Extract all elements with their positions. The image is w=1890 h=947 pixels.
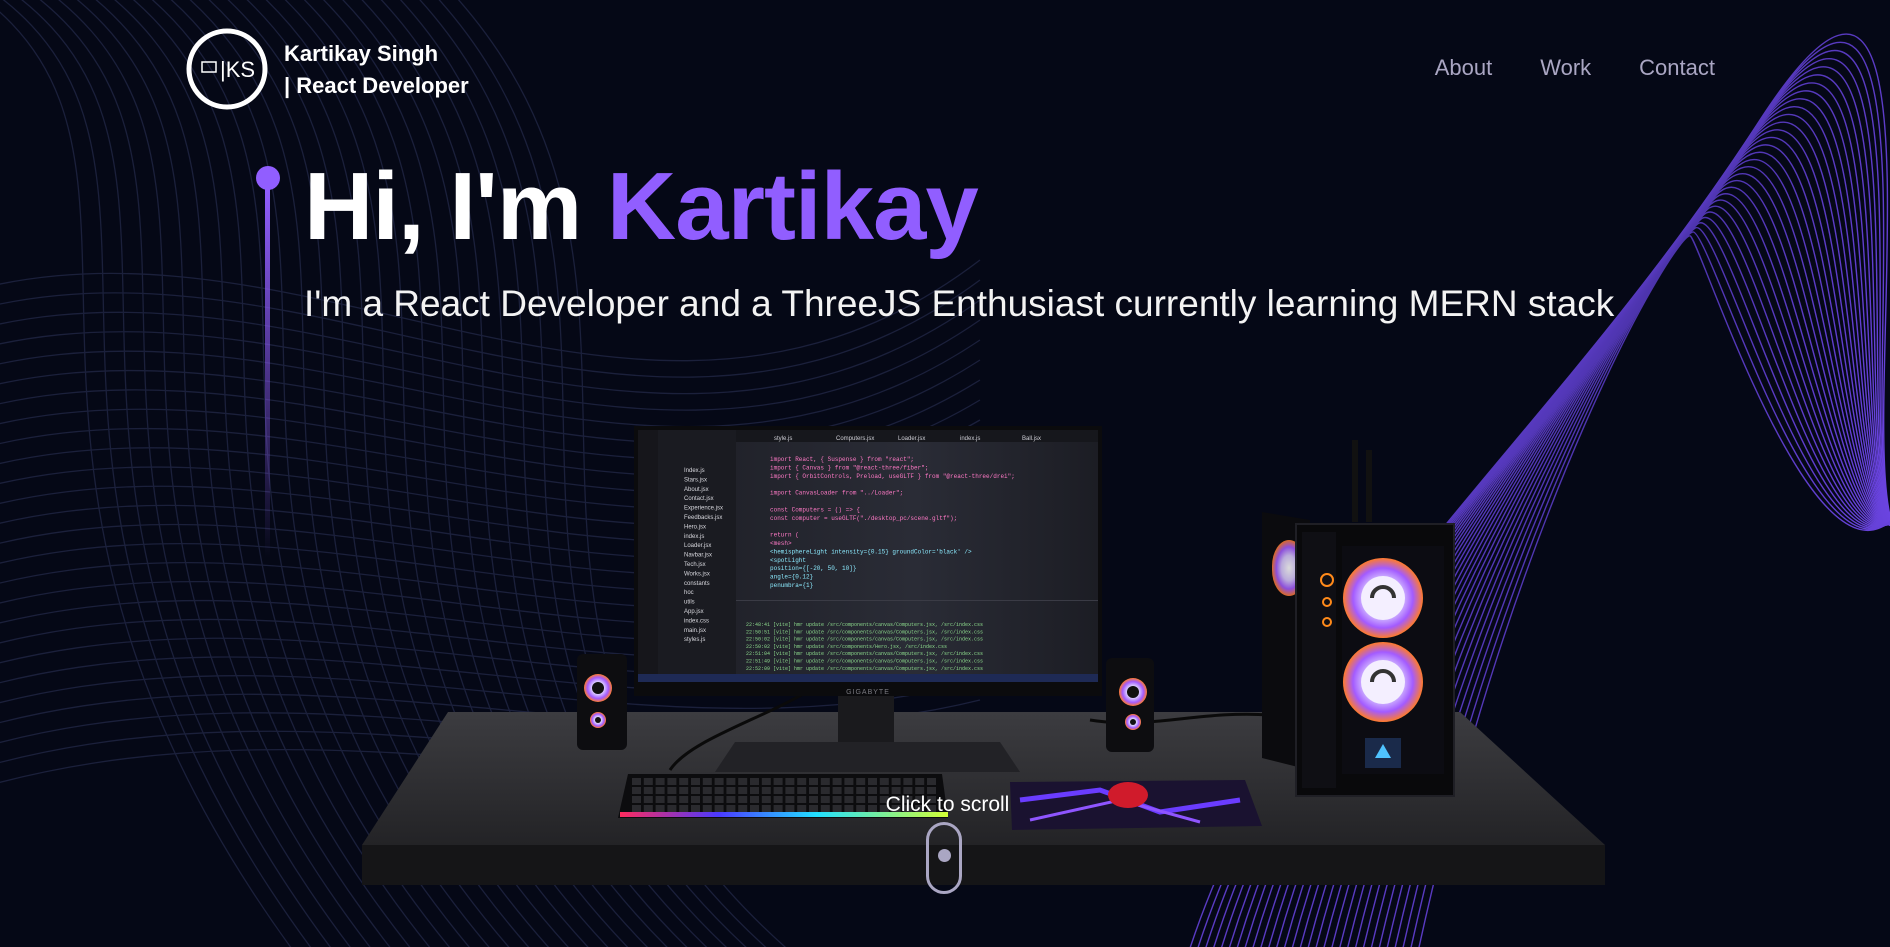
terminal-line: 22:51:49 [vite] hmr update /src/componen… — [746, 659, 983, 665]
bottom-fan-icon — [1343, 642, 1423, 722]
code-line: angle={0.12} — [770, 574, 813, 581]
code-line: import { OrbitControls, Preload, useGLTF… — [770, 473, 1015, 480]
editor-tab: Ball.jsx — [1022, 436, 1041, 442]
right-speaker — [1106, 658, 1154, 752]
editor-tab: Loader.jsx — [898, 436, 925, 442]
editor-tab: style.js — [774, 436, 792, 442]
terminal-line: 22:52:09 [vite] hmr update /src/componen… — [746, 666, 983, 672]
explorer-item: Navbar.jsx — [684, 553, 712, 559]
code-line: <hemisphereLight intensity={0.15} ground… — [770, 548, 972, 555]
scroll-dot-icon — [938, 849, 951, 862]
explorer-item: App.jsx — [684, 609, 704, 615]
explorer-item: Feedbacks.jsx — [684, 515, 722, 521]
mouse-pad — [1010, 780, 1262, 830]
explorer-item: Works.jsx — [684, 571, 710, 577]
explorer-item: styles.js — [684, 637, 705, 643]
mouse — [1108, 782, 1148, 808]
pc-tower — [1262, 440, 1455, 797]
code-line: <spotLight — [770, 557, 806, 564]
explorer-item: index.css — [684, 618, 709, 624]
terminal-line: 22:50:02 [vite] hmr update /src/componen… — [746, 644, 947, 650]
code-line: import React, { Suspense } from "react"; — [770, 456, 914, 463]
monitor: style.js Computers.jsx Loader.jsx index.js B… — [634, 426, 1102, 696]
code-line: <mesh> — [770, 540, 792, 547]
scroll-button[interactable] — [926, 822, 962, 894]
code-line: penumbra={1} — [770, 582, 813, 589]
code-line: const computer = useGLTF("./desktop_pc/s… — [770, 515, 957, 522]
terminal-line: 22:50:51 [vite] hmr update /src/componen… — [746, 629, 983, 635]
top-fan-icon — [1343, 558, 1423, 638]
code-line: position={[-20, 50, 10]} — [770, 565, 856, 572]
explorer-item: constants — [684, 581, 710, 587]
explorer-item: hoc — [684, 590, 694, 596]
explorer-item: About.jsx — [684, 487, 709, 493]
explorer-item: utils — [684, 600, 695, 606]
explorer-item: main.jsx — [684, 628, 706, 634]
editor-tab: Computers.jsx — [836, 436, 874, 442]
explorer-item: Loader.jsx — [684, 543, 711, 549]
explorer-item: Tech.jsx — [684, 562, 706, 568]
terminal-line: 22:50:02 [vite] hmr update /src/componen… — [746, 637, 983, 643]
explorer-item: Experience.jsx — [684, 506, 723, 512]
code-line: import CanvasLoader from "../Loader"; — [770, 490, 903, 497]
terminal-line: 22:48:41 [vite] hmr update /src/componen… — [746, 622, 983, 628]
code-line: return ( — [770, 532, 799, 539]
explorer-item: Contact.jsx — [684, 496, 714, 502]
editor-tab: index.js — [960, 436, 980, 442]
code-line: const Computers = () => { — [770, 506, 860, 513]
explorer-item: Index.js — [684, 468, 705, 474]
explorer-item: index.js — [684, 534, 704, 540]
explorer-item: Stars.jsx — [684, 477, 707, 483]
explorer-item: Hero.jsx — [684, 524, 706, 530]
terminal-line: 22:51:04 [vite] hmr update /src/componen… — [746, 651, 983, 657]
code-line: import { Canvas } from "@react-three/fib… — [770, 464, 928, 471]
left-speaker — [577, 654, 627, 750]
scroll-label: Click to scroll — [885, 793, 1010, 816]
monitor-brand: GIGABYTE — [846, 689, 890, 696]
